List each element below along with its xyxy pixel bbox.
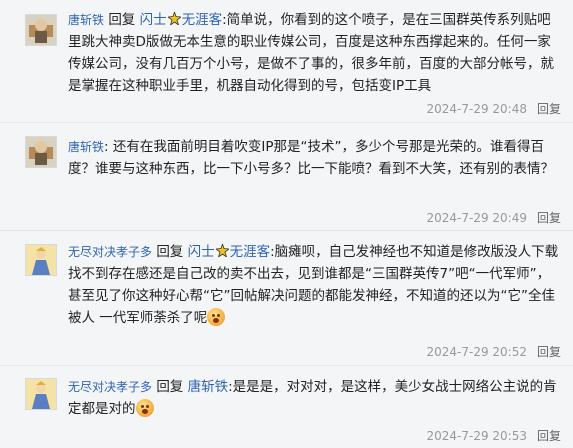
surprised-emoji-icon [207,308,226,326]
comment-author[interactable]: 无尽对决孝子多 [68,380,152,394]
comment-meta: 2024-7-29 20:48 回复 [426,100,561,117]
comment-author[interactable]: 唐斩铁 [68,140,104,154]
comment-time: 2024-7-29 20:53 [426,429,527,443]
comment-time: 2024-7-29 20:48 [426,102,527,116]
avatar[interactable] [25,378,57,410]
comment-item: 唐斩铁 回复 闪士 无涯客:简单说，你看到的这个喷子，是在三国群英传系列贴吧里跳大… [0,0,573,122]
avatar[interactable] [25,14,57,46]
reply-button[interactable]: 回复 [537,211,561,225]
reply-target-link[interactable]: 无涯客 [182,12,223,28]
comment-meta: 2024-7-29 20:53 回复 [426,427,561,444]
comment-body: 唐斩铁: 还有在我面前明目着吹变IP那是“技术”，多少个号那是光荣的。谁看得百度… [68,139,554,177]
comment-time: 2024-7-29 20:49 [426,211,527,225]
surprised-emoji-icon [135,399,154,417]
comment-item: 无尽对决孝子多 回复 唐斩铁:是是是，对对对，是这样，美少女战士网络公主说的肯定… [0,365,573,448]
reply-word: 回复 [156,379,184,395]
comment-time: 2024-7-29 20:52 [426,345,527,359]
reply-target-link[interactable]: 唐斩铁 [188,379,229,395]
comment-item: 唐斩铁: 还有在我面前明目着吹变IP那是“技术”，多少个号那是光荣的。谁看得百度… [0,122,573,231]
comment-list: 唐斩铁 回复 闪士 无涯客:简单说，你看到的这个喷子，是在三国群英传系列贴吧里跳大… [0,0,573,447]
avatar[interactable] [25,136,57,168]
comment-meta: 2024-7-29 20:49 回复 [426,209,561,226]
avatar[interactable] [25,244,57,276]
reply-target-link[interactable]: 闪士 [188,244,215,260]
reply-target-link[interactable]: 无涯客 [230,244,271,260]
comment-body: 无尽对决孝子多 回复 闪士 无涯客:脑瘫呗，自己发神经也不知道是修改版没人下载找不… [68,241,562,329]
comment-text: 还有在我面前明目着吹变IP那是“技术”，多少个号那是光荣的。谁看得百度？谁要与这… [68,139,554,177]
comment-body: 唐斩铁 回复 闪士 无涯客:简单说，你看到的这个喷子，是在三国群英传系列贴吧里跳大… [68,9,562,97]
comment-item: 无尽对决孝子多 回复 闪士 无涯客:脑瘫呗，自己发神经也不知道是修改版没人下载找不… [0,230,573,366]
reply-target-link[interactable]: 闪士 [140,12,167,28]
badge-icon [166,10,182,27]
reply-word: 回复 [156,244,184,260]
comment-author[interactable]: 无尽对决孝子多 [68,245,152,259]
reply-button[interactable]: 回复 [537,345,561,359]
comment-author[interactable]: 唐斩铁 [68,13,104,27]
comment-body: 无尽对决孝子多 回复 唐斩铁:是是是，对对对，是这样，美少女战士网络公主说的肯定… [68,376,562,420]
comment-meta: 2024-7-29 20:52 回复 [426,343,561,360]
reply-button[interactable]: 回复 [537,102,561,116]
badge-icon [214,242,230,259]
reply-word: 回复 [108,12,136,28]
reply-button[interactable]: 回复 [537,429,561,443]
